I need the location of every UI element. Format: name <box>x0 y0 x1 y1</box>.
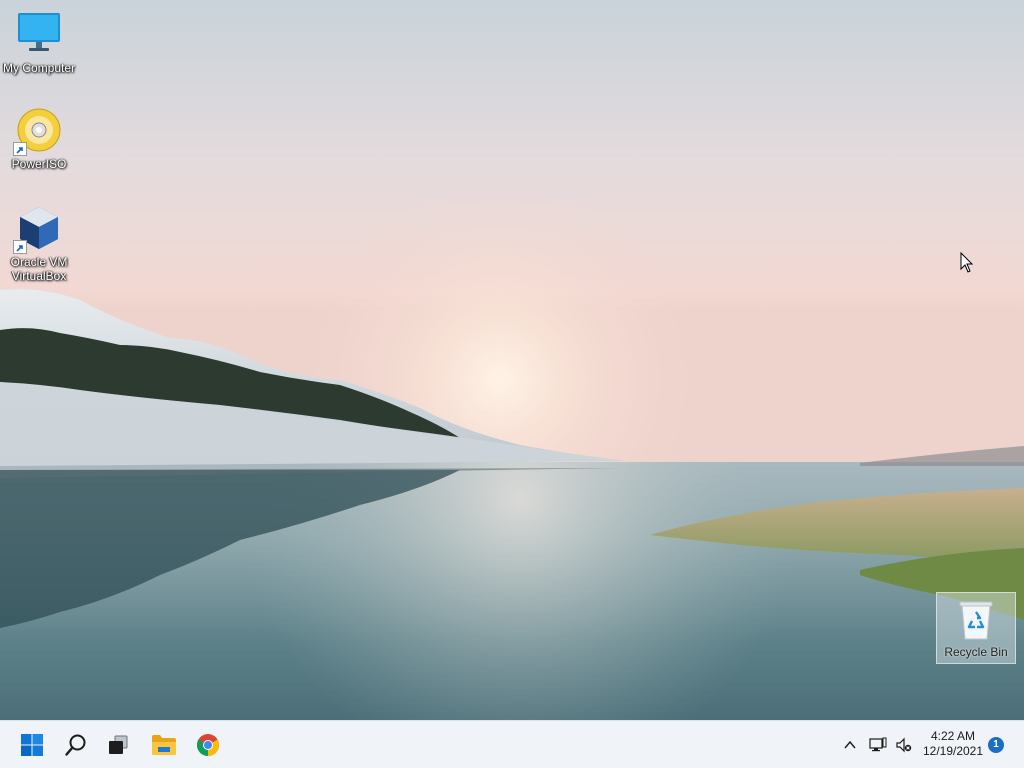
system-tray <box>838 721 916 768</box>
desktop-icon-my-computer[interactable]: My Computer <box>0 10 78 75</box>
task-view-icon <box>109 735 128 754</box>
taskbar: 4:22 AM 12/19/2021 1 <box>0 720 1024 768</box>
desktop-icon-label: My Computer <box>2 61 76 75</box>
notification-badge[interactable]: 1 <box>988 737 1004 753</box>
chevron-up-icon[interactable] <box>838 733 862 757</box>
network-icon[interactable] <box>866 733 890 757</box>
desktop[interactable]: My Computer PowerISO Oracle VM VirtualBo… <box>0 0 1024 768</box>
desktop-icon-label: Oracle VM VirtualBox <box>10 255 68 283</box>
start-button[interactable] <box>12 725 52 765</box>
virtualbox-cube-icon <box>13 204 63 254</box>
volume-muted-icon[interactable] <box>892 733 916 757</box>
chrome-button[interactable] <box>188 725 228 765</box>
mouse-cursor-icon <box>960 252 974 273</box>
wallpaper <box>0 0 1024 720</box>
clock-date: 12/19/2021 <box>922 744 984 758</box>
clock-time: 4:22 AM <box>930 729 976 743</box>
desktop-icon-label: PowerISO <box>11 157 67 171</box>
monitor-icon <box>15 10 63 58</box>
shortcut-arrow-icon <box>13 240 27 254</box>
folder-icon <box>152 735 176 755</box>
desktop-icon-poweriso[interactable]: PowerISO <box>0 106 78 171</box>
recycle-bin-icon <box>956 599 996 641</box>
search-button[interactable] <box>56 725 96 765</box>
task-view-button[interactable] <box>98 725 138 765</box>
disc-icon <box>13 106 63 156</box>
chrome-icon <box>197 734 219 756</box>
desktop-icon-recycle-bin[interactable]: Recycle Bin <box>936 592 1016 664</box>
search-icon <box>65 734 86 756</box>
shortcut-arrow-icon <box>13 142 27 156</box>
taskbar-clock[interactable]: 4:22 AM 12/19/2021 <box>916 729 990 759</box>
file-explorer-button[interactable] <box>144 725 184 765</box>
desktop-icon-virtualbox[interactable]: Oracle VM VirtualBox <box>0 204 78 283</box>
windows-logo-icon <box>21 734 43 756</box>
desktop-icon-label: Recycle Bin <box>944 645 1008 659</box>
